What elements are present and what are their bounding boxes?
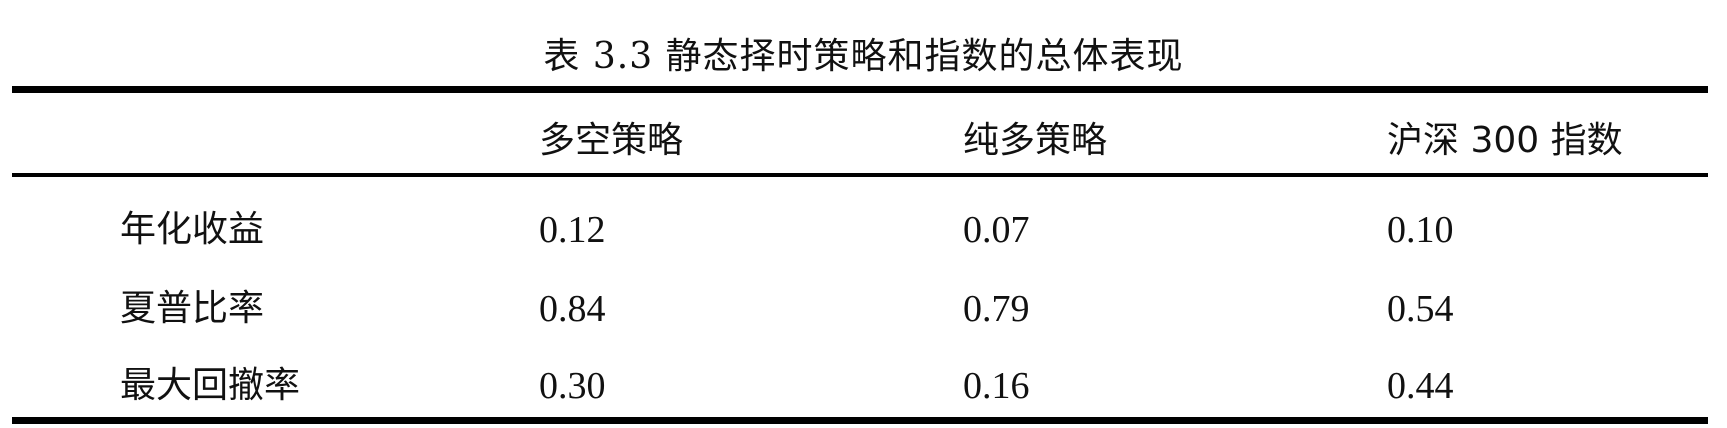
row-label: 年化收益 — [120, 209, 265, 250]
table-row: 最大回撤率 0.30 0.16 0.44 — [12, 356, 1708, 416]
header-cell-long-short: 多空策略 — [539, 120, 684, 161]
table-cell: 0.07 — [963, 209, 1030, 251]
table-row: 年化收益 0.12 0.07 0.10 — [12, 200, 1708, 260]
table-cell: 0.84 — [539, 288, 606, 330]
row-label: 最大回撤率 — [120, 365, 301, 406]
table-cell: 0.44 — [1387, 365, 1454, 407]
top-rule — [12, 86, 1708, 93]
table-caption: 表 3.3 静态择时策略和指数的总体表现 — [543, 36, 1184, 77]
table-row: 夏普比率 0.84 0.79 0.54 — [12, 279, 1708, 339]
table-cell: 0.12 — [539, 209, 606, 251]
table-cell: 0.79 — [963, 288, 1030, 330]
row-label: 夏普比率 — [120, 288, 265, 329]
header-rule — [12, 173, 1708, 177]
table-header-row: 多空策略 纯多策略 沪深 300 指数 — [12, 111, 1708, 171]
table-cell: 0.54 — [1387, 288, 1454, 330]
table-cell: 0.30 — [539, 365, 606, 407]
table-cell: 0.16 — [963, 365, 1030, 407]
header-cell-long-only: 纯多策略 — [963, 120, 1108, 161]
header-cell-csi300-index: 沪深 300 指数 — [1387, 120, 1623, 161]
table-cell: 0.10 — [1387, 209, 1454, 251]
bottom-rule — [12, 417, 1708, 424]
